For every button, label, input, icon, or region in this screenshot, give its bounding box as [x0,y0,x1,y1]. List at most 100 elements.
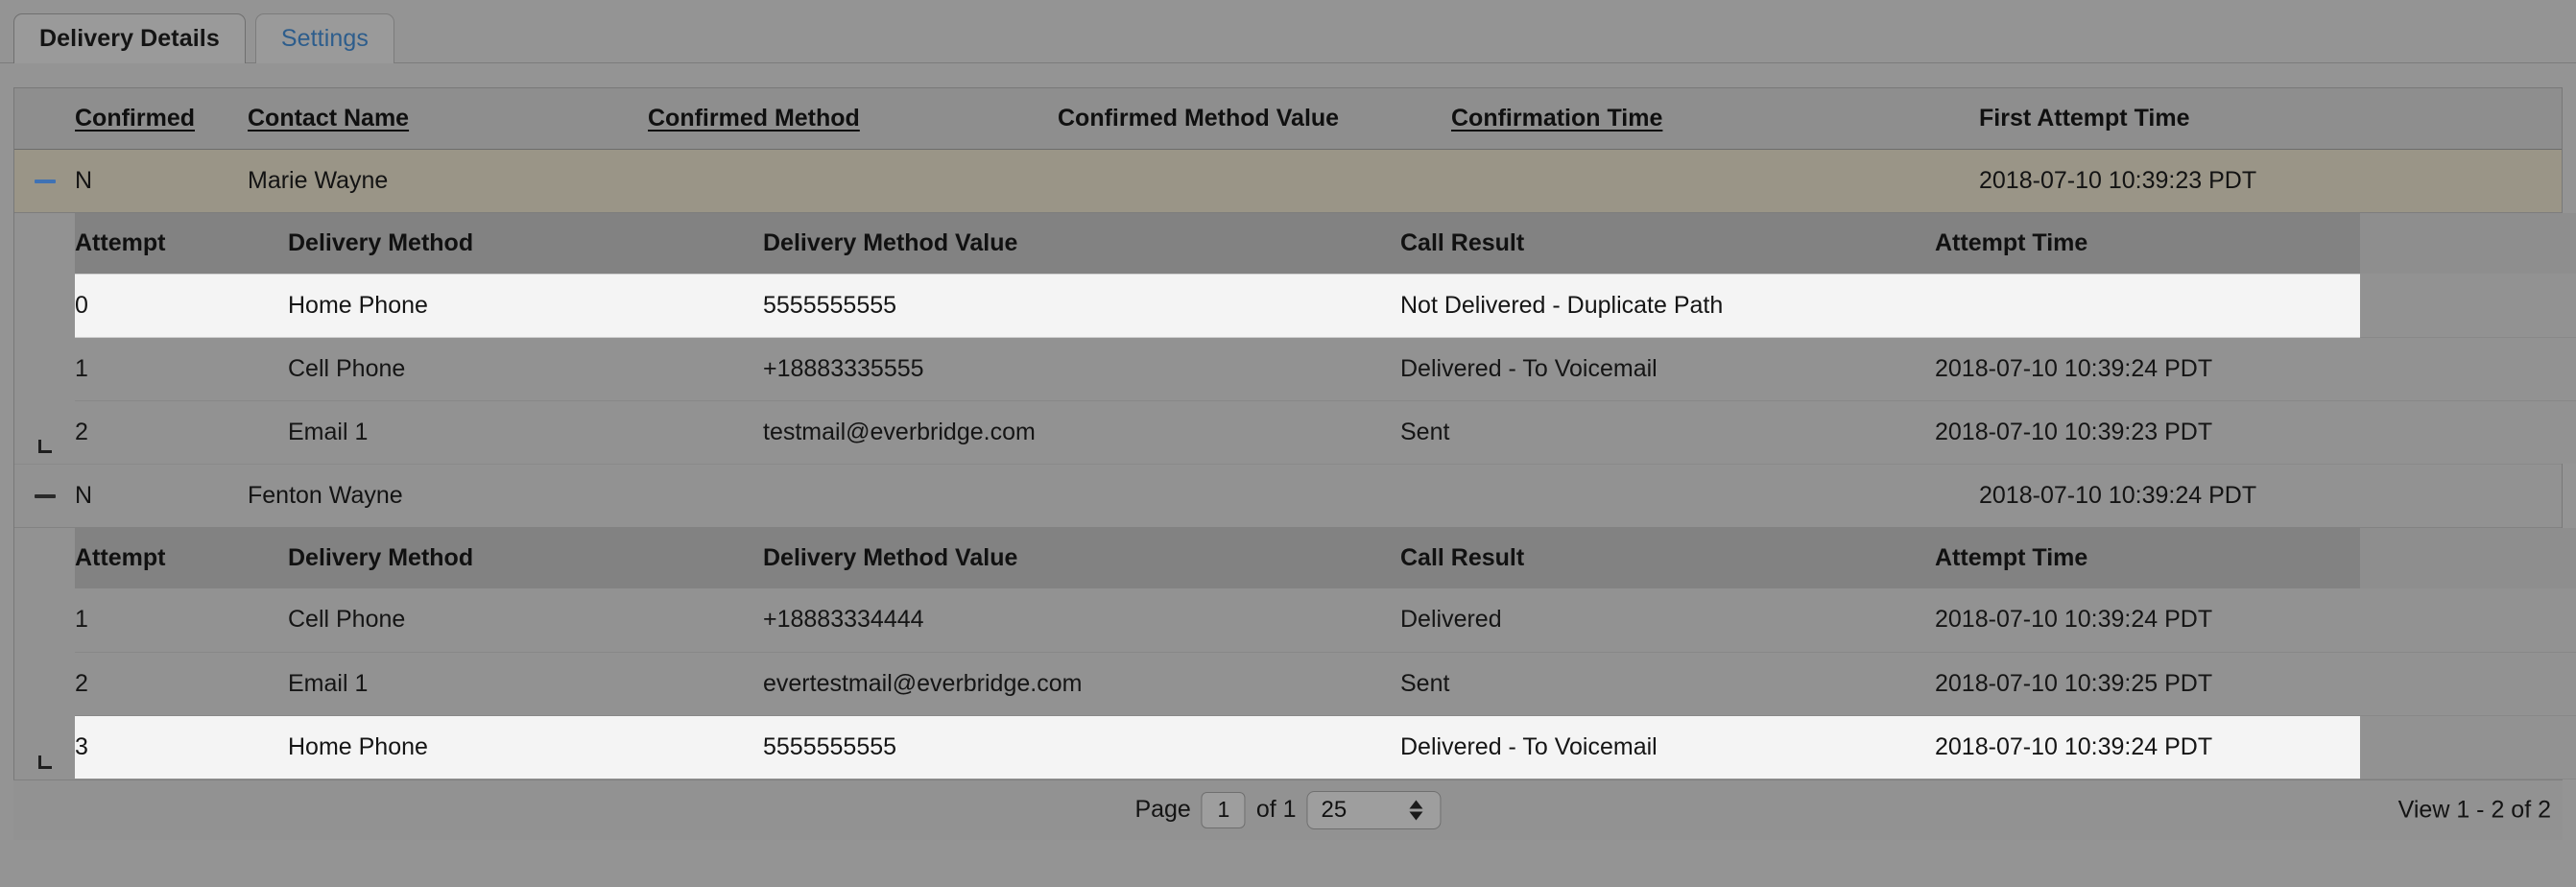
tab-settings-label: Settings [280,25,369,52]
table-row[interactable]: N Fenton Wayne 2018-07-10 10:39:24 PDT [14,464,2562,528]
cell-confirmed-method [648,149,1058,212]
detail-column-delivery-method-value: Delivery Method Value [763,228,1018,256]
attempts-table: Attempt Delivery Method Delivery Method … [75,212,2576,464]
detail-column-delivery-method: Delivery Method [288,228,474,256]
column-header-confirmed-method-label: Confirmed Method [648,104,860,132]
detail-column-call-result: Call Result [1400,228,1525,256]
cell-delivery-method: Cell Phone [288,588,763,653]
group-collapse-toggle[interactable] [14,149,75,212]
record-count-label: View 1 - 2 of 2 [2397,796,2551,823]
attempts-header-row: Attempt Delivery Method Delivery Method … [75,528,2576,588]
cell-call-result: Delivered - To Voicemail [1400,337,1935,401]
cell-attempt-time [1935,273,2360,338]
tab-delivery-details-label: Delivery Details [39,25,220,52]
cell-delivery-method: Email 1 [288,652,763,716]
cell-attempt: 2 [75,652,288,716]
list-item[interactable]: 1 Cell Phone +18883334444 Delivered 2018… [75,588,2576,653]
cell-call-result: Sent [1400,400,1935,464]
detail-column-call-result: Call Result [1400,544,1525,571]
group-tree-corner [14,527,75,779]
tab-strip: Delivery Details Settings [0,0,2576,63]
cell-confirmed: N [75,149,248,212]
tab-delivery-details[interactable]: Delivery Details [13,13,246,63]
cell-first-attempt-time: 2018-07-10 10:39:24 PDT [1979,464,2562,528]
cell-attempt: 2 [75,400,288,464]
group-collapse-toggle[interactable] [14,464,75,528]
grid-footer: Page of 1 25 View 1 - 2 of 2 [13,779,2563,840]
cell-delivery-method: Home Phone [288,714,763,779]
page-size-value: 25 [1321,796,1348,823]
cell-delivery-method-value: +18883335555 [763,337,1400,401]
list-item[interactable]: 3 Home Phone 5555555555 Delivered - To V… [75,714,2576,779]
list-item[interactable]: 0 Home Phone 5555555555 Not Delivered - … [75,273,2576,338]
minus-icon[interactable] [34,494,56,499]
delivery-details-grid: Confirmed Contact Name Confirmed Method … [13,87,2576,779]
cell-spacer [2360,274,2576,338]
detail-table-container: Attempt Delivery Method Delivery Method … [75,527,2576,779]
cell-attempt-time: 2018-07-10 10:39:24 PDT [1935,337,2360,401]
list-item[interactable]: 2 Email 1 testmail@everbridge.com Sent 2… [75,400,2576,464]
delivery-grid-table: Confirmed Contact Name Confirmed Method … [14,88,2576,779]
column-header-first-attempt-time: First Attempt Time [1979,88,2562,149]
cell-attempt: 0 [75,273,288,338]
detail-column-delivery-method-value: Delivery Method Value [763,544,1018,571]
cell-attempt-time: 2018-07-10 10:39:24 PDT [1935,714,2360,779]
cell-spacer [2360,400,2576,464]
stepper-arrows-icon [1409,800,1423,820]
cell-spacer [2360,652,2576,716]
column-header-confirmed[interactable]: Confirmed [75,88,248,149]
column-header-confirmation-time[interactable]: Confirmation Time [1451,88,1979,149]
tree-corner-icon [37,755,52,769]
table-row[interactable]: N Marie Wayne 2018-07-10 10:39:23 PDT [14,149,2562,212]
cell-delivery-method-value: +18883334444 [763,588,1400,653]
tree-corner-icon [37,440,52,453]
cell-call-result: Delivered [1400,588,1935,653]
cell-delivery-method: Cell Phone [288,337,763,401]
page-number-input[interactable] [1201,791,1246,828]
column-header-contact-name[interactable]: Contact Name [248,88,648,149]
detail-column-attempt-time: Attempt Time [1935,544,2088,571]
group-detail-row: Attempt Delivery Method Delivery Method … [14,527,2576,779]
cell-spacer [2360,337,2576,401]
cell-contact-name: Marie Wayne [248,149,648,212]
tab-list: Delivery Details Settings [13,0,2576,63]
page-total-label: of 1 [1255,796,1297,823]
detail-column-spacer [2360,528,2576,588]
detail-column-attempt: Attempt [75,544,166,571]
cell-attempt: 1 [75,337,288,401]
minus-icon[interactable] [34,179,56,183]
cell-confirmed: N [75,464,248,528]
cell-contact-name: Fenton Wayne [248,464,648,528]
column-header-confirmed-method-value: Confirmed Method Value [1058,88,1451,149]
cell-confirmed-method [648,464,1058,528]
list-item[interactable]: 1 Cell Phone +18883335555 Delivered - To… [75,337,2576,401]
column-header-confirmation-time-label: Confirmation Time [1451,104,1663,132]
page-size-select[interactable]: 25 [1306,790,1442,829]
detail-column-attempt: Attempt [75,228,166,256]
cell-delivery-method-value: 5555555555 [763,273,1400,338]
cell-delivery-method: Email 1 [288,400,763,464]
cell-attempt: 3 [75,714,288,779]
chevron-up-icon [1409,800,1423,808]
cell-attempt-time: 2018-07-10 10:39:23 PDT [1935,400,2360,464]
column-header-contact-name-label: Contact Name [248,104,410,132]
cell-delivery-method-value: 5555555555 [763,714,1400,779]
cell-confirmation-time [1451,149,1979,212]
cell-delivery-method: Home Phone [288,273,763,338]
cell-call-result: Delivered - To Voicemail [1400,714,1935,779]
cell-first-attempt-time: 2018-07-10 10:39:23 PDT [1979,149,2562,212]
cell-spacer [2360,715,2576,779]
attempts-header-row: Attempt Delivery Method Delivery Method … [75,212,2576,274]
tab-settings[interactable]: Settings [254,13,394,63]
detail-column-attempt-time: Attempt Time [1935,228,2088,256]
cell-delivery-method-value: testmail@everbridge.com [763,400,1400,464]
chevron-down-icon [1409,811,1423,820]
cell-confirmed-method-value [1058,149,1451,212]
group-detail-row: Attempt Delivery Method Delivery Method … [14,212,2576,465]
group-tree-corner [14,212,75,465]
column-header-confirmed-method[interactable]: Confirmed Method [648,88,1058,149]
cell-confirmation-time [1451,464,1979,528]
list-item[interactable]: 2 Email 1 evertestmail@everbridge.com Se… [75,652,2576,716]
cell-spacer [2360,588,2576,653]
cell-delivery-method-value: evertestmail@everbridge.com [763,652,1400,716]
